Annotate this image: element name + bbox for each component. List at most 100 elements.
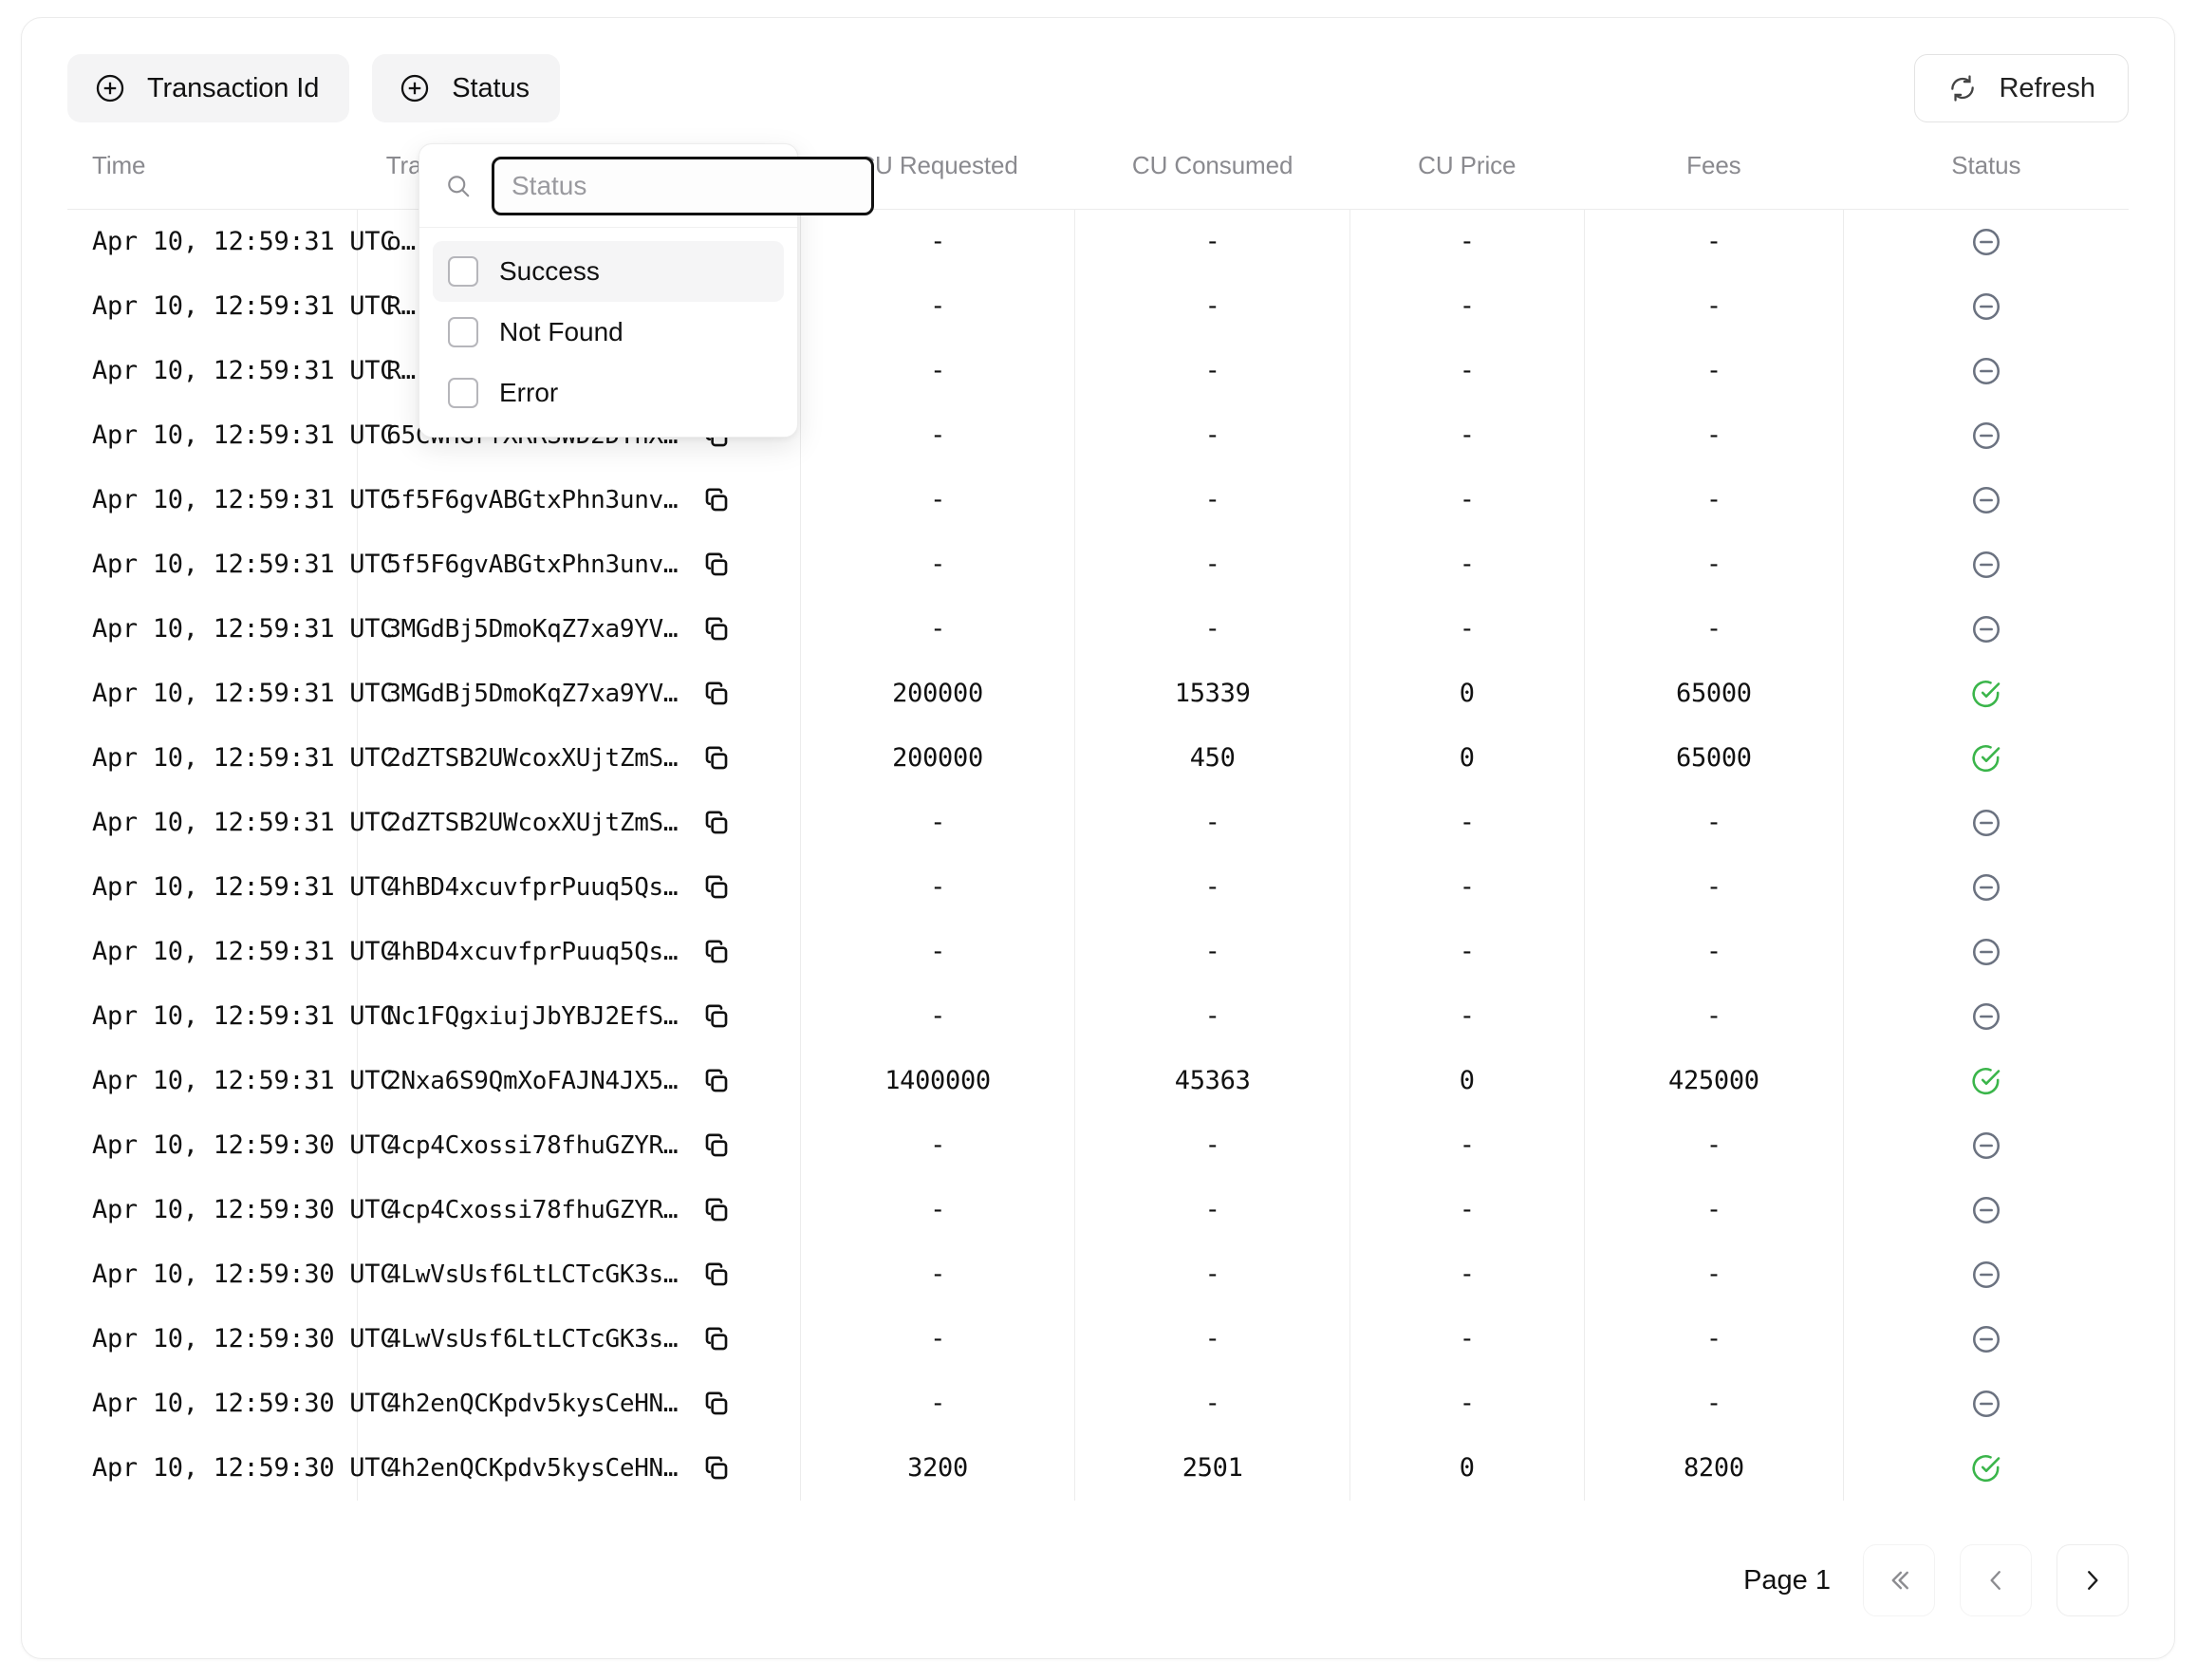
status-option-not-found[interactable]: Not Found [433, 302, 784, 363]
copy-transaction-id-button[interactable] [702, 1454, 731, 1483]
table-row[interactable]: Apr 10, 12:59:31 UTC 3MGdBj5DmoKqZ7xa9YV…… [67, 661, 2129, 726]
minus-circle-icon [1970, 420, 2002, 449]
transaction-id-text: 4LwVsUsf6LtLCTcGK3s… [386, 1324, 679, 1353]
copy-transaction-id-button[interactable] [702, 551, 731, 579]
copy-transaction-id-button[interactable] [702, 1260, 731, 1289]
transaction-id-text: 4hBD4xcuvfprPuuq5Qs… [386, 872, 679, 902]
column-header-fees[interactable]: Fees [1584, 151, 1844, 210]
column-header-time[interactable]: Time [67, 151, 358, 210]
transaction-id-text: 5f5F6gvABGtxPhn3unv… [386, 485, 679, 514]
table-row[interactable]: Apr 10, 12:59:31 UTC Nc1FQgxiujJbYBJ2EfS…… [67, 983, 2129, 1049]
cell-cu-requested: - [799, 854, 1075, 920]
table-row[interactable]: Apr 10, 12:59:31 UTC 5f5F6gvABGtxPhn3unv…… [67, 467, 2129, 532]
cell-time: Apr 10, 12:59:31 UTC [92, 291, 396, 321]
cell-fees: - [1583, 1371, 1844, 1436]
cell-cu-price: - [1349, 1177, 1585, 1242]
table-row[interactable]: Apr 10, 12:59:31 UTC 2dZTSB2UWcoxXUjtZmS…… [67, 790, 2129, 855]
copy-transaction-id-button[interactable] [702, 1131, 731, 1160]
cell-time: Apr 10, 12:59:30 UTC [92, 1324, 396, 1353]
cell-cu-consumed: 450 [1074, 725, 1350, 791]
status-option-success[interactable]: Success [433, 241, 784, 302]
status-option-checkbox[interactable] [448, 378, 478, 408]
table-head: Time Transaction Id CU Requested CU Cons… [67, 151, 2129, 210]
copy-transaction-id-button[interactable] [702, 680, 731, 708]
column-header-status[interactable]: Status [1844, 151, 2129, 210]
cell-cu-requested: - [799, 402, 1075, 468]
cell-fees: - [1583, 467, 1844, 532]
copy-icon [702, 1067, 731, 1095]
table-row[interactable]: Apr 10, 12:59:30 UTC 4cp4Cxossi78fhuGZYR…… [67, 1177, 2129, 1242]
copy-icon [702, 1196, 731, 1224]
cell-status [1843, 273, 2129, 339]
cell-cu-price: - [1349, 338, 1585, 403]
copy-transaction-id-button[interactable] [702, 1196, 731, 1224]
transaction-id-text: 2dZTSB2UWcoxXUjtZmS… [386, 743, 679, 773]
cell-transaction-id: 4LwVsUsf6LtLCTcGK3s… [357, 1306, 801, 1372]
cell-cu-requested: 3200 [799, 1435, 1075, 1501]
table-row[interactable]: Apr 10, 12:59:30 UTC 4LwVsUsf6LtLCTcGK3s…… [67, 1306, 2129, 1372]
copy-transaction-id-button[interactable] [702, 615, 731, 644]
check-circle-icon [1970, 1065, 2002, 1094]
status-option-checkbox[interactable] [448, 317, 478, 347]
table-row[interactable]: Apr 10, 12:59:31 UTC R… - - - - [67, 338, 2129, 403]
cell-cu-requested: - [799, 209, 1075, 274]
chevron-left-icon [1982, 1566, 2010, 1595]
cell-fees: - [1583, 1241, 1844, 1307]
cell-transaction-id: 4cp4Cxossi78fhuGZYR… [357, 1112, 801, 1178]
cell-cu-price: - [1349, 983, 1585, 1049]
filter-chip-transaction-id[interactable]: Transaction Id [67, 54, 350, 122]
copy-icon [702, 551, 731, 579]
refresh-button[interactable]: Refresh [1914, 54, 2129, 122]
table-row[interactable]: Apr 10, 12:59:30 UTC 4LwVsUsf6LtLCTcGK3s…… [67, 1241, 2129, 1307]
status-search-input[interactable] [492, 156, 874, 215]
table-row[interactable]: Apr 10, 12:59:31 UTC 4hBD4xcuvfprPuuq5Qs…… [67, 854, 2129, 920]
cell-time: Apr 10, 12:59:31 UTC [92, 743, 396, 773]
cell-cu-consumed: - [1074, 402, 1350, 468]
copy-transaction-id-button[interactable] [702, 1002, 731, 1031]
copy-transaction-id-button[interactable] [702, 744, 731, 773]
previous-page-button[interactable] [1960, 1544, 2032, 1616]
cell-cu-price: - [1349, 596, 1585, 662]
table-row[interactable]: Apr 10, 12:59:31 UTC 5f5F6gvABGtxPhn3unv…… [67, 532, 2129, 597]
status-option-checkbox[interactable] [448, 256, 478, 287]
copy-transaction-id-button[interactable] [702, 938, 731, 966]
transaction-id-text: R… [386, 291, 416, 321]
copy-icon [702, 1325, 731, 1353]
cell-cu-requested: 200000 [799, 661, 1075, 726]
copy-transaction-id-button[interactable] [702, 873, 731, 902]
status-option-error[interactable]: Error [433, 363, 784, 423]
next-page-button[interactable] [2056, 1544, 2129, 1616]
pagination: Page 1 [1743, 1544, 2129, 1616]
column-header-cu-price[interactable]: CU Price [1349, 151, 1584, 210]
filter-chip-status[interactable]: Status [372, 54, 560, 122]
table-row[interactable]: Apr 10, 12:59:30 UTC 4h2enQCKpdv5kysCeHN…… [67, 1435, 2129, 1501]
table-row[interactable]: Apr 10, 12:59:31 UTC 3MGdBj5DmoKqZ7xa9YV…… [67, 596, 2129, 662]
table-row[interactable]: Apr 10, 12:59:31 UTC65CWHGrfXRRSWD2DYnX…… [67, 402, 2129, 468]
column-header-cu-consumed[interactable]: CU Consumed [1075, 151, 1350, 210]
table-row[interactable]: Apr 10, 12:59:31 UTC 2dZTSB2UWcoxXUjtZmS…… [67, 725, 2129, 791]
cell-cu-requested: - [799, 790, 1075, 855]
cell-status [1843, 532, 2129, 597]
cell-fees: - [1583, 596, 1844, 662]
copy-transaction-id-button[interactable] [702, 1390, 731, 1418]
refresh-icon [1947, 73, 1978, 103]
cell-status [1843, 854, 2129, 920]
table-row[interactable]: Apr 10, 12:59:31 UTC 4hBD4xcuvfprPuuq5Qs…… [67, 919, 2129, 984]
table-row[interactable]: Apr 10, 12:59:30 UTC 4h2enQCKpdv5kysCeHN…… [67, 1371, 2129, 1436]
cell-transaction-id: 3MGdBj5DmoKqZ7xa9YV… [357, 596, 801, 662]
copy-transaction-id-button[interactable] [702, 1067, 731, 1095]
cell-cu-requested: - [799, 1241, 1075, 1307]
copy-transaction-id-button[interactable] [702, 809, 731, 837]
copy-transaction-id-button[interactable] [702, 486, 731, 514]
table-row[interactable]: Apr 10, 12:59:30 UTC 4cp4Cxossi78fhuGZYR…… [67, 1112, 2129, 1178]
minus-circle-icon [1970, 1259, 2002, 1288]
refresh-label: Refresh [1999, 72, 2095, 103]
table-row[interactable]: Apr 10, 12:59:31 UTC o… - - - - [67, 209, 2129, 274]
table-row[interactable]: Apr 10, 12:59:31 UTC 2Nxa6S9QmXoFAJN4JX5…… [67, 1048, 2129, 1113]
cell-time: Apr 10, 12:59:31 UTC [92, 808, 396, 837]
table-row[interactable]: Apr 10, 12:59:31 UTC R… - - - - [67, 273, 2129, 339]
copy-transaction-id-button[interactable] [702, 1325, 731, 1353]
cell-fees: 8200 [1583, 1435, 1844, 1501]
first-page-button[interactable] [1863, 1544, 1935, 1616]
cell-cu-price: 0 [1349, 725, 1585, 791]
